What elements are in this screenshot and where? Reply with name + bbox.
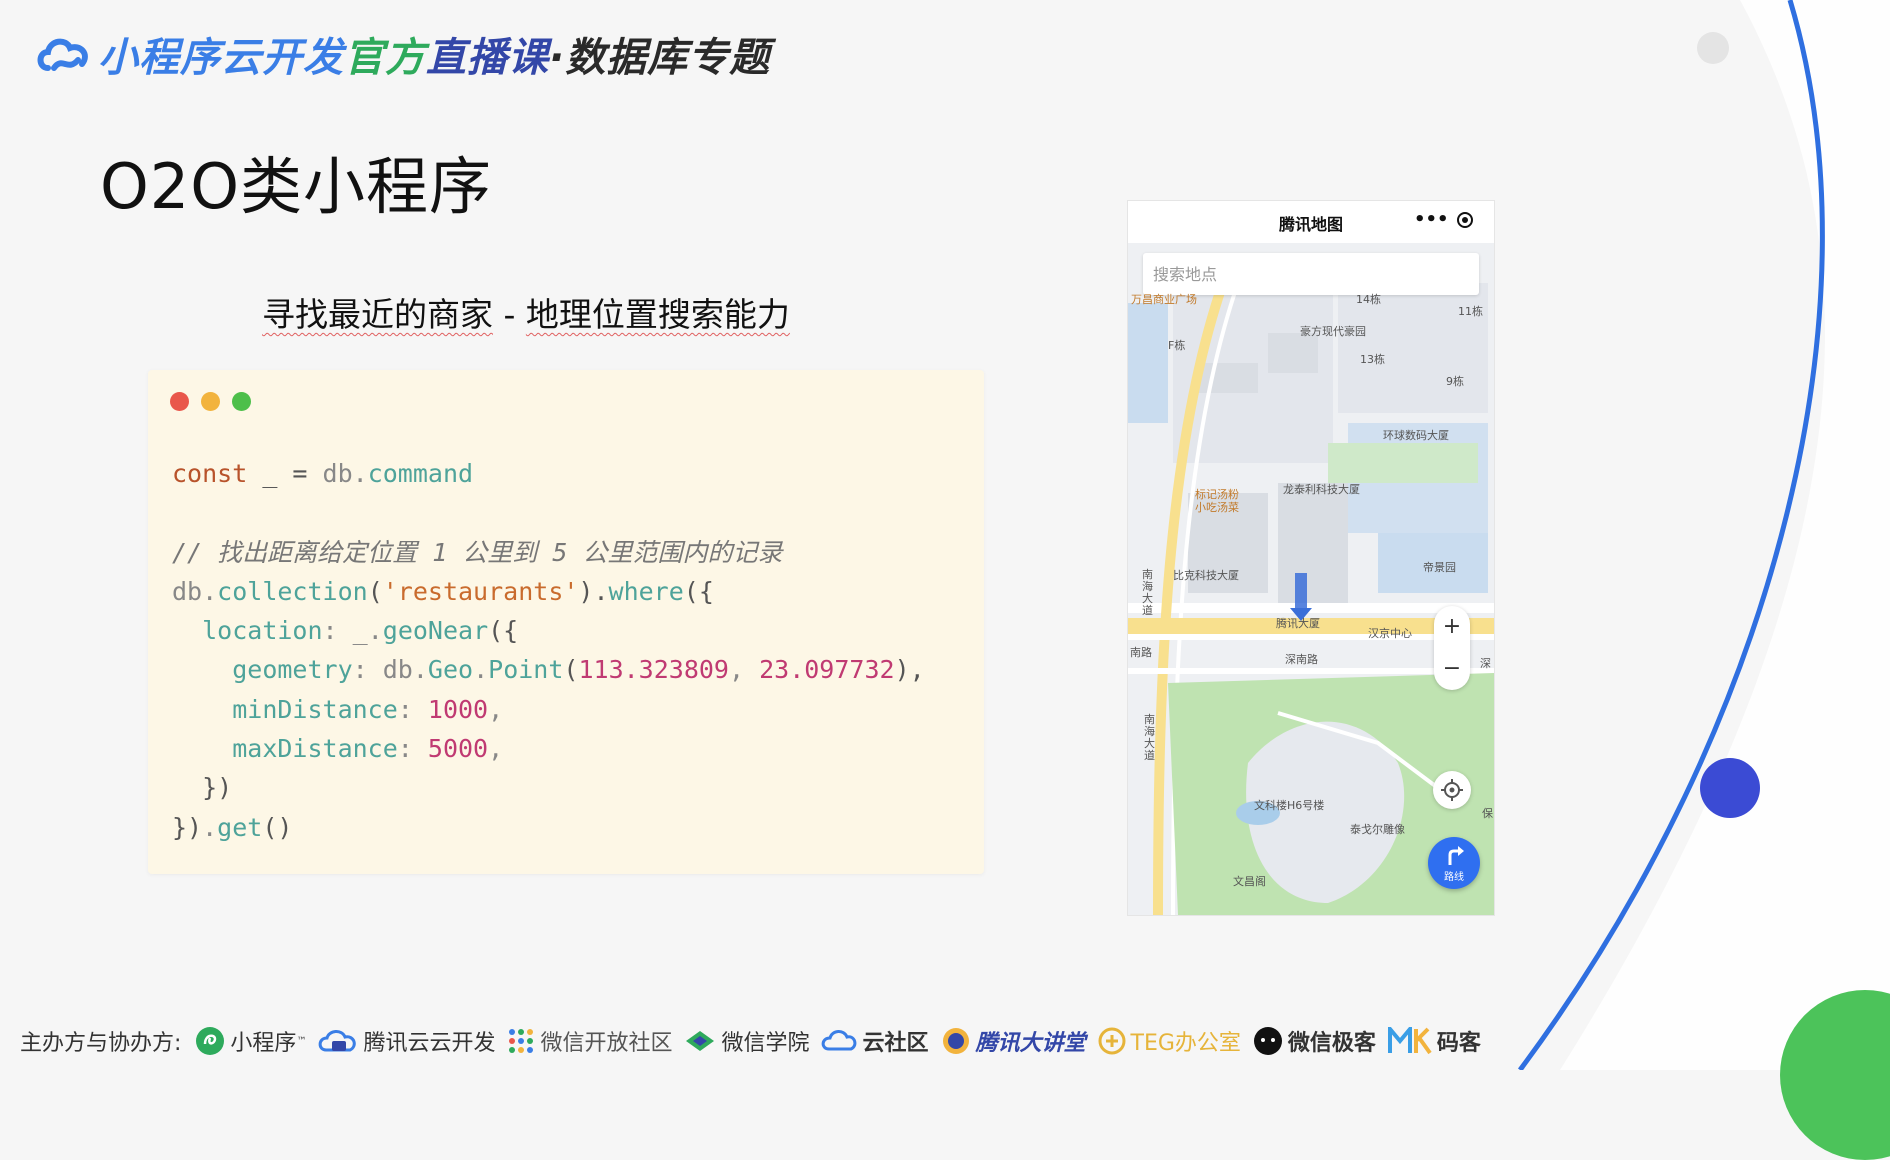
decorative-green-dot [1780,990,1890,1160]
route-label: 路线 [1444,872,1464,883]
phone-mockup: 腾讯地图 ••• 万昌商业广场 14栋 11栋 豪方现代豪园 F栋 13栋 9栋… [1127,200,1495,916]
subtitle-part-b: 地理位置搜索能力 [525,295,790,334]
locate-button[interactable] [1433,771,1471,809]
code-block: const _ = db.command // 找出距离给定位置 1 公里到 5… [172,454,925,847]
mk-logo-icon [1387,1027,1432,1055]
map-label: 帝景园 [1423,561,1456,574]
cloud-community-logo-icon [822,1030,857,1051]
map-label: 泰戈尔雕像 [1350,823,1405,836]
sponsor-wechat-academy: 微信学院 [684,1025,809,1057]
map-label: 深南路 [1285,653,1318,666]
sponsor-tcb: 腾讯云云开发 [318,1025,495,1057]
code-line: db.collection('restaurants').where({ [172,576,714,606]
code-line: minDistance: 1000, [232,694,504,724]
sponsor-name: 微信开放社区 [540,1031,673,1056]
sponsor-name: 小程序 [230,1031,297,1056]
trademark-mark: ™ [296,1035,307,1047]
header-part-1: 小程序云开发 [98,35,344,81]
sponsor-name: 腾讯大讲堂 [975,1031,1086,1056]
map-label: 腾讯大厦 [1276,617,1320,630]
search-box [1143,253,1483,295]
subtitle-part-a: 寻找最近的商家 [262,295,493,334]
map-label: 14栋 [1356,293,1381,306]
tencent-cloud-logo-icon [319,1030,357,1052]
cloud-logo-icon [37,38,88,71]
teg-logo-icon [1098,1027,1126,1055]
decorative-blue-dot [1700,758,1760,818]
code-line: const _ = db.command [172,459,474,488]
dots-grid-logo-icon [509,1029,534,1053]
zoom-out-button[interactable]: − [1434,648,1470,690]
code-comment: // 找出距离给定位置 1 公里到 5 公里范围内的记录 [172,537,783,567]
map-label: 环球数码大厦 [1383,429,1449,442]
wechat-geek-logo-icon [1253,1027,1282,1055]
course-header: 小程序云开发 官方 直播课 ·数据库专题 [34,26,770,82]
map-label: 文昌阁 [1233,875,1266,888]
map-label: 9栋 [1446,375,1464,388]
code-line: }).get() [172,812,293,842]
mini-program-navbar: 腾讯地图 ••• [1128,201,1494,243]
map-label: 龙泰利科技大厦 [1283,483,1360,496]
sponsor-footer: 主办方与协办方: 小程序 ™ 腾讯云云开发 微信开放社区 微信学院 云社区 腾讯… [20,1024,1493,1058]
window-controls [170,392,251,411]
decorative-gray-dot [1697,32,1729,64]
sponsor-label: 主办方与协办方: [20,1031,182,1056]
close-capsule-icon[interactable] [1457,212,1473,228]
code-card: const _ = db.command // 找出距离给定位置 1 公里到 5… [148,370,984,874]
map-label: 11栋 [1458,305,1483,318]
sponsor-name: 云社区 [862,1031,929,1056]
code-line: location: _.geoNear({ [202,616,519,646]
wechat-academy-logo-icon [686,1031,715,1051]
zoom-in-button[interactable]: + [1434,606,1470,648]
close-dot-icon [170,392,189,411]
zoom-control: + − [1434,606,1470,690]
map-label: 深 [1480,657,1491,670]
minimize-dot-icon [201,392,220,411]
sponsor-cloud-community: 云社区 [821,1025,929,1057]
map-label: 比克科技大厦 [1173,569,1239,582]
more-icon[interactable]: ••• [1414,209,1449,230]
tencent-lecture-logo-icon [942,1028,969,1054]
code-line: geometry: db.Geo.Point(113.323809, 23.09… [232,655,925,685]
slide-title: O2O类小程序 [100,150,493,223]
sponsor-tencent-lecture: 腾讯大讲堂 [941,1025,1086,1057]
header-part-2: 官方 [344,35,426,81]
subtitle-separator: - [493,295,526,334]
header-part-4: ·数据库专题 [549,35,771,81]
map-label: 小吃汤菜 [1195,501,1239,514]
sponsor-name: 微信学院 [721,1031,810,1056]
map-label: 南路 [1130,646,1152,659]
map-label: F栋 [1168,339,1186,352]
sponsor-make: 码客 [1387,1025,1481,1057]
crosshair-icon [1441,779,1463,801]
maximize-dot-icon [232,392,251,411]
sponsor-wechat-geek: 微信极客 [1253,1025,1376,1057]
sponsor-name: 微信极客 [1287,1031,1376,1056]
map-label: 汉京中心 [1368,627,1412,640]
sponsor-name: 码客 [1436,1031,1481,1056]
sponsor-teg-office: TEG办公室 [1098,1025,1241,1057]
map-label: 南海大道 [1144,713,1155,762]
map-label: 13栋 [1360,353,1385,366]
sponsor-name: TEG办公室 [1130,1031,1241,1056]
code-line: maxDistance: 5000, [232,734,504,764]
sponsor-wechat-open-community: 微信开放社区 [507,1025,672,1057]
map-label: 南海大道 [1142,568,1153,617]
miniprogram-logo-icon [196,1027,225,1055]
sponsor-name: 腾讯云云开发 [363,1031,496,1056]
map-label: 文科楼H6号楼 [1254,799,1325,812]
code-line: }) [172,773,233,803]
slide-subtitle: 寻找最近的商家 - 地理位置搜索能力 [262,288,790,336]
route-arrow-icon [1448,846,1464,865]
map-label: 保 [1482,807,1493,820]
route-button[interactable]: 路线 [1428,837,1480,889]
sponsor-miniprogram: 小程序 ™ [195,1025,306,1057]
map-label: 万昌商业广场 [1131,293,1197,306]
header-part-3: 直播课 [426,35,549,81]
search-input[interactable] [1143,253,1483,295]
map-label: 豪方现代豪园 [1300,325,1366,338]
